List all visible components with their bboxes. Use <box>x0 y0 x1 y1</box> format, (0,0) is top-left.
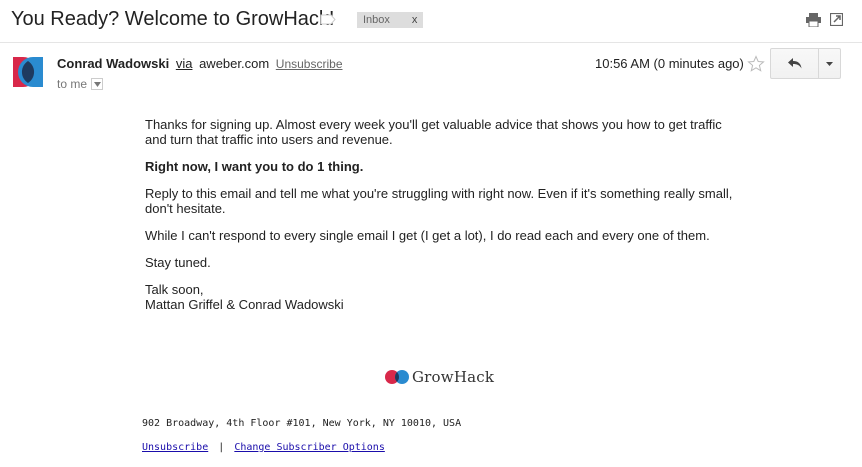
label-icon[interactable] <box>320 14 336 25</box>
body-paragraph: Reply to this email and tell me what you… <box>145 186 733 216</box>
email-body: Thanks for signing up. Almost every week… <box>145 117 745 324</box>
caret-down-icon <box>93 81 101 87</box>
dropdown-arrow-icon <box>826 61 833 66</box>
growhack-logo-icon <box>385 370 409 384</box>
signoff-line: Talk soon, <box>145 282 204 297</box>
header-divider <box>0 42 862 43</box>
email-timestamp: 10:56 AM (0 minutes ago) <box>595 56 744 71</box>
recipient-line: to me <box>57 77 104 91</box>
sender-name[interactable]: Conrad Wadowski <box>57 56 169 71</box>
email-subject: You Ready? Welcome to GrowHack! <box>11 8 335 30</box>
footer-links: Unsubscribe | Change Subscriber Options <box>142 442 385 453</box>
body-paragraph: Stay tuned. <box>145 255 211 270</box>
body-paragraph: While I can't respond to every single em… <box>145 228 710 243</box>
subject-bar: You Ready? Welcome to GrowHack! Inbox x <box>0 0 862 42</box>
footer-address: 902 Broadway, 4th Floor #101, New York, … <box>142 418 462 429</box>
more-actions-button[interactable] <box>819 49 840 78</box>
new-window-icon[interactable] <box>830 13 843 26</box>
sender-avatar <box>13 57 43 87</box>
recipient-text: to me <box>57 77 88 91</box>
star-icon[interactable] <box>747 55 765 73</box>
sender-domain: aweber.com <box>199 56 270 71</box>
signoff: Talk soon, Mattan Griffel & Conrad Wadow… <box>145 282 745 312</box>
footer-separator: | <box>218 442 225 453</box>
change-subscriber-options-link[interactable]: Change Subscriber Options <box>234 442 385 453</box>
remove-label-button[interactable]: x <box>412 12 418 28</box>
inbox-label-text: Inbox <box>363 14 390 26</box>
reply-button-group <box>770 48 841 79</box>
signoff-names: Mattan Griffel & Conrad Wadowski <box>145 297 344 312</box>
inbox-label-chip: Inbox x <box>357 12 424 28</box>
body-paragraph-bold: Right now, I want you to do 1 thing. <box>145 159 364 174</box>
print-icon[interactable] <box>806 13 821 27</box>
via-link[interactable]: via <box>176 56 193 71</box>
body-paragraph: Thanks for signing up. Almost every week… <box>145 117 722 147</box>
recipient-details-button[interactable] <box>91 78 104 90</box>
reply-button[interactable] <box>771 49 819 78</box>
logo-text: GrowHack <box>412 368 495 386</box>
growhack-logo: GrowHack <box>384 368 494 386</box>
header-unsubscribe-link[interactable]: Unsubscribe <box>276 57 343 71</box>
sender-line: Conrad Wadowski via aweber.com Unsubscri… <box>57 56 343 71</box>
footer-unsubscribe-link[interactable]: Unsubscribe <box>142 442 208 453</box>
reply-icon <box>787 58 801 69</box>
